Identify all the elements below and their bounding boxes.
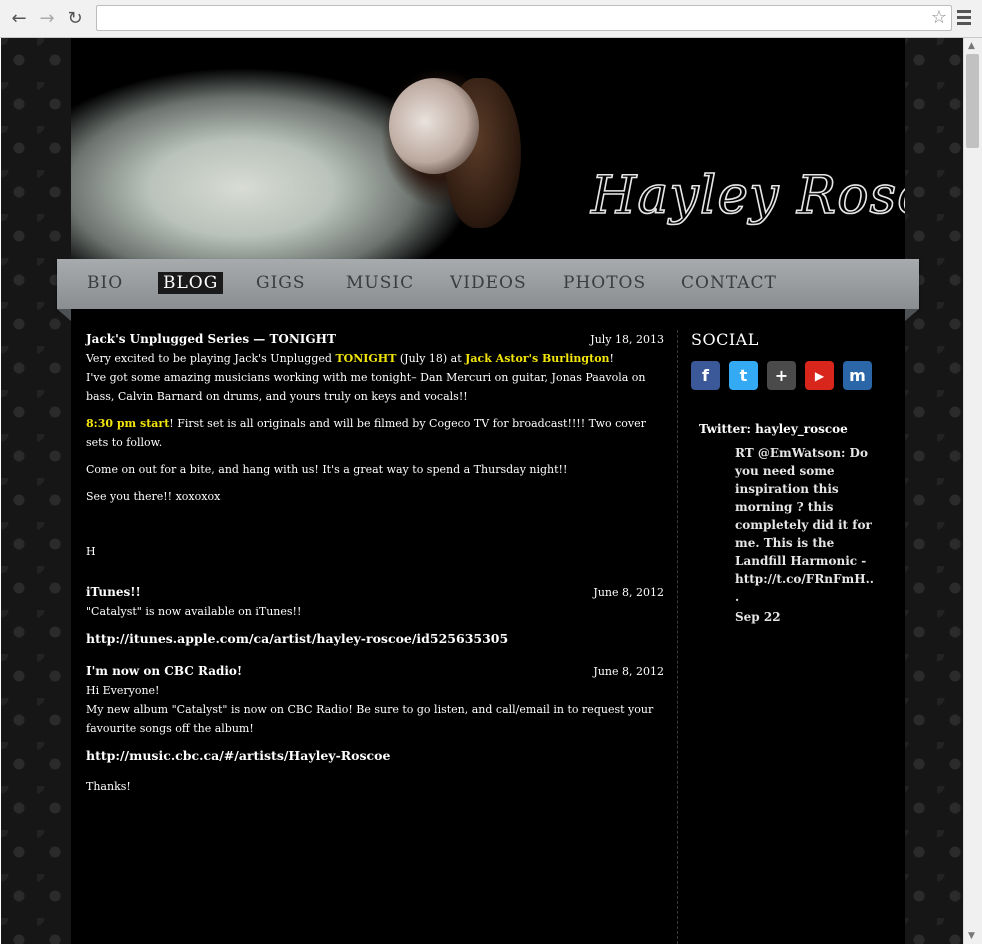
browser-toolbar: ← → ↻ ☆ — [0, 0, 982, 38]
nav-item-blog[interactable]: BLOG — [158, 272, 224, 294]
text-span: ! — [609, 352, 614, 365]
address-bar[interactable]: ☆ — [96, 5, 952, 31]
post-paragraph: 8:30 pm start! First set is all original… — [86, 414, 664, 452]
site-logo[interactable]: Hayley Roscoe — [590, 165, 905, 227]
highlight-text: 8:30 pm start — [86, 417, 170, 430]
social-heading: SOCIAL — [691, 330, 759, 349]
twitter-icon[interactable]: t — [729, 361, 758, 390]
blog-main: Jack's Unplugged Series — TONIGHT July 1… — [86, 330, 664, 810]
nav-bar: BIO BLOG GIGS MUSIC VIDEOS PHOTOS CONTAC… — [57, 259, 919, 309]
blog-post: Jack's Unplugged Series — TONIGHT July 1… — [86, 330, 664, 561]
scroll-up-icon[interactable]: ▲ — [968, 41, 975, 51]
reload-icon[interactable]: ↻ — [64, 7, 86, 29]
nav-item-gigs[interactable]: GIGS — [256, 273, 306, 293]
google-plus-icon[interactable]: + — [767, 361, 796, 390]
face-shape — [389, 78, 479, 174]
highlight-text: TONIGHT — [335, 352, 397, 365]
text-span: Very excited to be playing Jack's Unplug… — [86, 352, 336, 365]
nav-item-videos[interactable]: VIDEOS — [450, 273, 527, 293]
text-span: I've got some amazing musicians working … — [86, 371, 646, 403]
nav-item-music[interactable]: MUSIC — [346, 273, 414, 293]
star-icon[interactable]: ☆ — [931, 7, 947, 28]
post-paragraph: See you there!! xoxoxox — [86, 490, 221, 503]
post-title[interactable]: Jack's Unplugged Series — TONIGHT — [86, 330, 664, 349]
ribbon-fold-right — [905, 309, 919, 321]
tweet-text[interactable]: RT @EmWatson: Do you need some inspirati… — [735, 444, 875, 606]
post-paragraph: My new album "Catalyst" is now on CBC Ra… — [86, 703, 654, 735]
venue-link[interactable]: Jack Astor's Burlington — [465, 352, 609, 365]
post-paragraph: Thanks! — [86, 780, 131, 793]
post-paragraph: Very excited to be playing Jack's Unplug… — [86, 349, 664, 406]
sidebar: SOCIAL f t + ▶ m Twitter: hayley_roscoe … — [691, 330, 891, 626]
tweet-date[interactable]: Sep 22 — [735, 608, 875, 626]
forward-arrow-icon[interactable]: → — [36, 7, 58, 29]
site-header: Hayley Roscoe — [71, 38, 905, 260]
nav-item-contact[interactable]: CONTACT — [681, 273, 777, 293]
page-container: Hayley Roscoe Jack's Unplugged Series — … — [71, 38, 905, 944]
post-paragraph: Hi Everyone! — [86, 684, 160, 697]
post-title[interactable]: iTunes!! — [86, 583, 664, 602]
post-title[interactable]: I'm now on CBC Radio! — [86, 662, 664, 681]
blog-post: iTunes!! June 8, 2012 "Catalyst" is now … — [86, 583, 664, 648]
post-signature: H — [86, 545, 96, 558]
back-arrow-icon[interactable]: ← — [8, 7, 30, 29]
text-span: (July 18) at — [396, 352, 466, 365]
text-span: ! First set is all originals and will be… — [86, 417, 646, 449]
scroll-thumb[interactable] — [966, 54, 979, 148]
facebook-icon[interactable]: f — [691, 361, 720, 390]
column-divider — [677, 330, 679, 944]
hamburger-menu-icon[interactable] — [957, 10, 971, 26]
blog-post: I'm now on CBC Radio! June 8, 2012 Hi Ev… — [86, 662, 664, 796]
page-viewport: Hayley Roscoe Jack's Unplugged Series — … — [1, 38, 963, 944]
header-photo — [71, 38, 521, 260]
post-date: July 18, 2013 — [590, 333, 664, 346]
social-icons: f t + ▶ m — [691, 361, 891, 390]
scroll-down-icon[interactable]: ▼ — [968, 931, 975, 941]
post-date: June 8, 2012 — [593, 586, 664, 599]
cbc-link[interactable]: http://music.cbc.ca/#/artists/Hayley-Ros… — [86, 746, 664, 765]
itunes-link[interactable]: http://itunes.apple.com/ca/artist/hayley… — [86, 629, 664, 648]
twitter-heading[interactable]: Twitter: hayley_roscoe — [699, 422, 891, 436]
myspace-icon[interactable]: m — [843, 361, 872, 390]
nav-item-photos[interactable]: PHOTOS — [563, 273, 646, 293]
post-paragraph: "Catalyst" is now available on iTunes!! — [86, 605, 302, 618]
post-date: June 8, 2012 — [593, 665, 664, 678]
nav-item-bio[interactable]: BIO — [87, 273, 123, 293]
vertical-scrollbar[interactable]: ▲ ▼ — [963, 38, 982, 944]
ribbon-fold-left — [57, 309, 71, 321]
post-paragraph: Come on out for a bite, and hang with us… — [86, 463, 568, 476]
main-nav: BIO BLOG GIGS MUSIC VIDEOS PHOTOS CONTAC… — [57, 259, 919, 321]
youtube-icon[interactable]: ▶ — [805, 361, 834, 390]
